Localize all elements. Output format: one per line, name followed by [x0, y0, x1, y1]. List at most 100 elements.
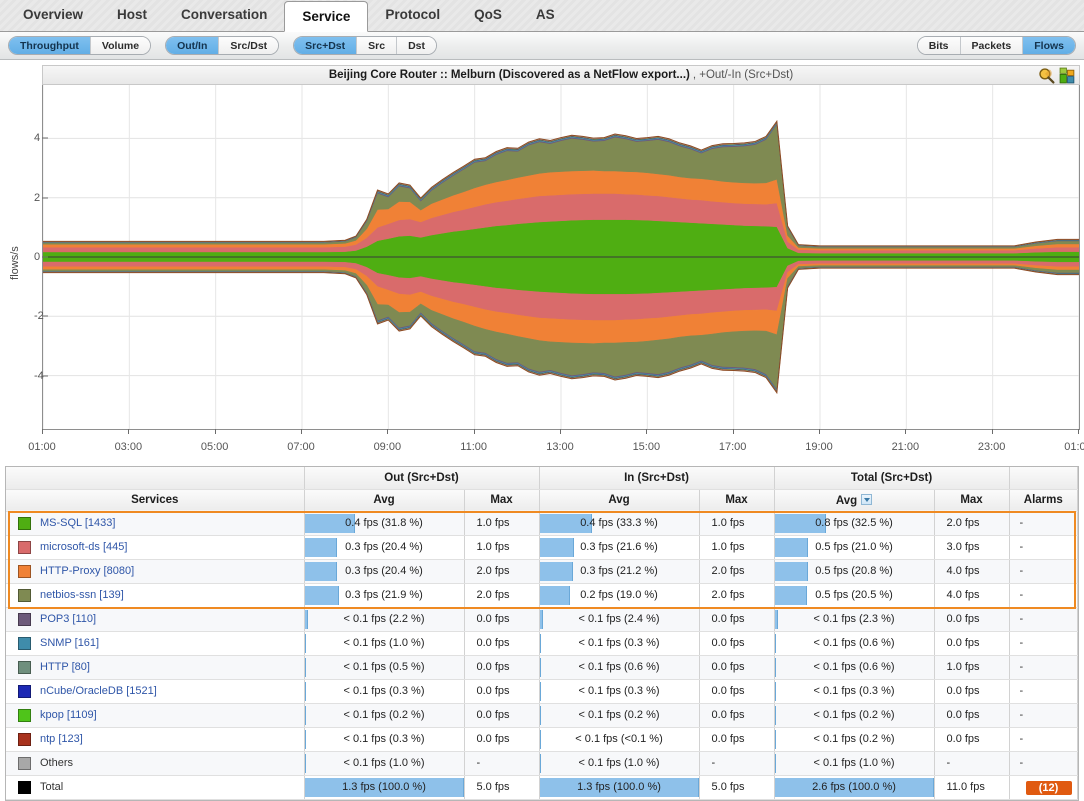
- service-name-label[interactable]: netbios-ssn [139]: [40, 589, 124, 601]
- out-max-cell: 0.0 fps: [464, 607, 540, 632]
- column-header-avg-5[interactable]: Avg: [774, 489, 935, 512]
- option-volume[interactable]: Volume: [90, 37, 151, 54]
- out-max-cell: 0.0 fps: [464, 631, 540, 656]
- alarm-value: -: [1019, 588, 1024, 601]
- segmented-direction-mode[interactable]: Out/In Src/Dst: [165, 36, 280, 55]
- service-name-label[interactable]: MS-SQL [1433]: [40, 517, 115, 529]
- table-row[interactable]: Others < 0.1 fps (1.0 %) - < 0.1 fps (1.0 %…: [6, 751, 1079, 776]
- option-packets[interactable]: Packets: [960, 37, 1024, 54]
- option-dst[interactable]: Dst: [397, 37, 436, 54]
- out-max-cell: 5.0 fps: [464, 775, 540, 800]
- service-name-label[interactable]: HTTP-Proxy [8080]: [40, 565, 134, 577]
- x-axis-tick-label: 15:00: [632, 441, 661, 453]
- service-cell: Others: [6, 751, 305, 776]
- x-axis-tick-mark: [646, 429, 648, 434]
- tab-conversation[interactable]: Conversation: [164, 0, 284, 31]
- tab-service[interactable]: Service: [284, 1, 369, 32]
- segmented-metric-mode[interactable]: Throughput Volume: [8, 36, 152, 55]
- service-color-swatch: [18, 756, 31, 770]
- table-row[interactable]: Total 1.3 fps (100.0 %) 5.0 fps 1.3 fps (10…: [6, 775, 1079, 800]
- chart-plot-area[interactable]: [42, 85, 1080, 430]
- table-row[interactable]: SNMP [161] < 0.1 fps (1.0 %) 0.0 fps < 0.1 …: [6, 631, 1079, 656]
- x-axis-tick-label: 23:00: [977, 441, 1006, 453]
- service-cell: MS-SQL [1433]: [6, 511, 305, 536]
- tab-overview[interactable]: Overview: [6, 0, 100, 31]
- table-row[interactable]: HTTP [80] < 0.1 fps (0.5 %) 0.0 fps < 0.1 f…: [6, 655, 1079, 680]
- option-src-dst[interactable]: Src+Dst: [294, 37, 358, 54]
- table-row[interactable]: POP3 [110] < 0.1 fps (2.2 %) 0.0 fps < 0.1 …: [6, 607, 1079, 632]
- segmented-unit-mode[interactable]: Bits Packets Flows: [916, 36, 1076, 55]
- total-avg-cell: < 0.1 fps (0.2 %): [774, 703, 935, 728]
- table-row[interactable]: MS-SQL [1433] 0.4 fps (31.8 %) 1.0 fps 0.4 …: [6, 511, 1079, 536]
- tab-qos[interactable]: QoS: [457, 0, 519, 31]
- total-max-cell: 0.0 fps: [934, 607, 1010, 632]
- value-label: 2.0 fps: [476, 564, 510, 577]
- column-header-avg-3[interactable]: Avg: [539, 489, 700, 512]
- value-label: 0.2 fps (19.0 %): [580, 588, 658, 601]
- sort-descending-icon[interactable]: [861, 493, 873, 505]
- value-label: 0.0 fps: [476, 684, 510, 697]
- in-max-cell: 0.0 fps: [699, 607, 775, 632]
- in-avg-cell: < 0.1 fps (0.3 %): [539, 631, 700, 656]
- option-src[interactable]: Src: [357, 37, 398, 54]
- alarm-count-badge[interactable]: (12): [1025, 781, 1072, 795]
- option-src-dst[interactable]: Src/Dst: [219, 37, 279, 54]
- service-name-label[interactable]: ntp [123]: [40, 733, 83, 745]
- segmented-endpoint-mode[interactable]: Src+Dst Src Dst: [293, 36, 437, 55]
- legend-colors-icon[interactable]: [1059, 67, 1076, 84]
- column-header-max-4[interactable]: Max: [699, 489, 775, 512]
- column-header-services-0[interactable]: Services: [6, 489, 305, 512]
- in-max-cell: -: [699, 751, 775, 776]
- service-name-label[interactable]: POP3 [110]: [40, 613, 96, 625]
- service-cell: HTTP [80]: [6, 655, 305, 680]
- tab-as[interactable]: AS: [519, 0, 572, 31]
- table-row[interactable]: nCube/OracleDB [1521] < 0.1 fps (0.3 %) 0.…: [6, 679, 1079, 704]
- value-label: 2.0 fps: [711, 564, 745, 577]
- service-name-label[interactable]: nCube/OracleDB [1521]: [40, 685, 157, 697]
- value-label: < 0.1 fps (0.6 %): [813, 636, 895, 649]
- column-header-max-2[interactable]: Max: [464, 489, 540, 512]
- service-cell: ntp [123]: [6, 727, 305, 752]
- service-name-label[interactable]: microsoft-ds [445]: [40, 541, 127, 553]
- option-throughput[interactable]: Throughput: [9, 37, 91, 54]
- total-max-cell: 2.0 fps: [934, 511, 1010, 536]
- column-header-alarms-7[interactable]: Alarms: [1009, 489, 1079, 512]
- out-avg-cell: < 0.1 fps (0.2 %): [304, 703, 465, 728]
- chart-title-main: Beijing Core Router :: Melburn (Discover…: [328, 69, 690, 81]
- out-avg-cell: < 0.1 fps (0.5 %): [304, 655, 465, 680]
- tab-host[interactable]: Host: [100, 0, 164, 31]
- service-name-label[interactable]: HTTP [80]: [40, 661, 90, 673]
- table-row[interactable]: ntp [123] < 0.1 fps (0.3 %) 0.0 fps < 0.1 f…: [6, 727, 1079, 752]
- column-header-avg-1[interactable]: Avg: [304, 489, 465, 512]
- service-name-label[interactable]: SNMP [161]: [40, 637, 99, 649]
- zoom-search-icon[interactable]: [1038, 67, 1055, 84]
- service-color-swatch: [18, 732, 31, 746]
- x-axis-tick-label: 09:00: [373, 441, 402, 453]
- tab-protocol[interactable]: Protocol: [368, 0, 457, 31]
- table-column-header-row: Services Avg Max Avg Max Avg Max Alarms: [6, 489, 1079, 512]
- out-avg-cell: < 0.1 fps (1.0 %): [304, 751, 465, 776]
- value-label: 1.0 fps: [711, 540, 745, 553]
- service-cell: netbios-ssn [139]: [6, 583, 305, 608]
- out-max-cell: 0.0 fps: [464, 727, 540, 752]
- column-header-max-6[interactable]: Max: [934, 489, 1010, 512]
- table-row[interactable]: kpop [1109] < 0.1 fps (0.2 %) 0.0 fps < 0.1…: [6, 703, 1079, 728]
- service-color-swatch: [18, 564, 31, 578]
- value-label: 11.0 fps: [946, 780, 985, 793]
- option-bits[interactable]: Bits: [917, 37, 961, 54]
- service-color-swatch: [18, 588, 31, 602]
- option-out-in[interactable]: Out/In: [166, 37, 220, 54]
- x-axis-tick-label: 19:00: [805, 441, 833, 453]
- table-row[interactable]: HTTP-Proxy [8080] 0.3 fps (20.4 %) 2.0 fps…: [6, 559, 1079, 584]
- value-label: 2.0 fps: [476, 588, 510, 601]
- alarms-cell: -: [1009, 655, 1079, 680]
- table-row[interactable]: microsoft-ds [445] 0.3 fps (20.4 %) 1.0 fp…: [6, 535, 1079, 560]
- value-label: 3.0 fps: [946, 540, 980, 553]
- table-row[interactable]: netbios-ssn [139] 0.3 fps (21.9 %) 2.0 fps…: [6, 583, 1079, 608]
- value-label: 4.0 fps: [946, 588, 980, 601]
- service-color-swatch: [18, 612, 31, 626]
- option-flows[interactable]: Flows: [1023, 37, 1075, 54]
- service-name-label[interactable]: kpop [1109]: [40, 709, 97, 721]
- value-label: 0.0 fps: [476, 660, 510, 673]
- x-axis-tick-mark: [128, 429, 130, 434]
